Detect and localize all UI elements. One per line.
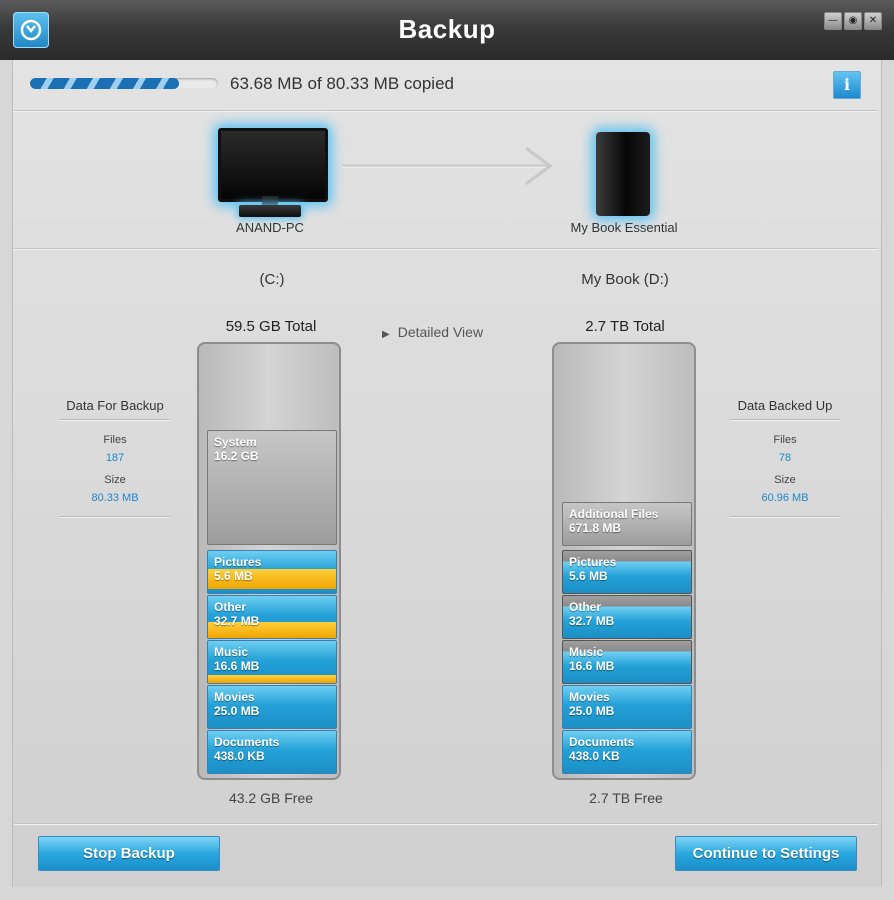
destination-segment-music[interactable]: Music 16.6 MB xyxy=(562,640,692,684)
data-backed-up-panel: Data Backed Up Files 78 Size 60.96 MB xyxy=(725,398,845,518)
segment-name: Music xyxy=(569,645,604,659)
transfer-arrow-icon xyxy=(342,146,553,186)
window-title: Backup xyxy=(398,14,496,44)
segment-size: 32.7 MB xyxy=(569,614,615,628)
detailed-view-toggle[interactable]: ▶ Detailed View xyxy=(382,324,483,340)
close-button[interactable]: ✕ xyxy=(864,12,882,30)
source-device-label: ANAND-PC xyxy=(236,220,304,235)
detailed-view-label: Detailed View xyxy=(397,324,484,340)
destination-segment-other[interactable]: Other 32.7 MB xyxy=(562,595,692,639)
divider xyxy=(730,516,840,518)
source-free-space: 43.2 GB Free xyxy=(228,790,314,806)
size-label: Size xyxy=(104,474,126,486)
divider xyxy=(14,110,878,112)
divider xyxy=(14,823,878,825)
segment-size: 16.2 GB xyxy=(214,449,259,463)
size-value: 80.33 MB xyxy=(91,492,139,504)
continue-to-settings-button[interactable]: Continue to Settings xyxy=(675,836,857,871)
title-bar: Backup — ◉ ✕ xyxy=(0,0,894,60)
restore-button[interactable]: ◉ xyxy=(844,12,862,30)
computer-monitor-icon xyxy=(218,128,328,202)
segment-size: 438.0 KB xyxy=(214,749,265,763)
stop-backup-button[interactable]: Stop Backup xyxy=(38,836,220,871)
destination-drive-label: My Book (D:) xyxy=(581,271,669,288)
selected-highlight xyxy=(208,675,336,683)
segment-name: System xyxy=(214,435,257,449)
stats-heading: Data Backed Up xyxy=(737,398,833,413)
segment-name: Other xyxy=(569,600,602,614)
segment-size: 5.6 MB xyxy=(214,569,253,583)
destination-free-space: 2.7 TB Free xyxy=(589,790,663,806)
files-value: 78 xyxy=(778,452,792,464)
copy-progress-bar xyxy=(30,78,218,89)
divider xyxy=(60,419,170,421)
source-total: 59.5 GB Total xyxy=(225,318,317,335)
minimize-button[interactable]: — xyxy=(824,12,842,30)
destination-total: 2.7 TB Total xyxy=(585,318,665,335)
files-value: 187 xyxy=(105,452,125,464)
segment-size: 32.7 MB xyxy=(214,614,260,628)
data-for-backup-panel: Data For Backup Files 187 Size 80.33 MB xyxy=(55,398,175,518)
segment-name: Documents xyxy=(569,735,635,749)
source-segment-system[interactable]: System 16.2 GB xyxy=(207,430,337,545)
segment-name: Pictures xyxy=(569,555,617,569)
destination-segment-pictures[interactable]: Pictures 5.6 MB xyxy=(562,550,692,594)
destination-drive-usage-bar: Additional Files 671.8 MB Pictures 5.6 M… xyxy=(552,342,696,780)
expand-triangle-icon: ▶ xyxy=(382,329,390,340)
files-label: Files xyxy=(103,434,127,446)
segment-size: 5.6 MB xyxy=(569,569,608,583)
source-segment-other[interactable]: Other 32.7 MB xyxy=(207,595,337,639)
source-drive-usage-bar: System 16.2 GB Pictures 5.6 MB Other 32.… xyxy=(197,342,341,780)
info-icon: i xyxy=(843,75,851,94)
destination-segment-movies[interactable]: Movies 25.0 MB xyxy=(562,685,692,729)
source-drive-label: (C:) xyxy=(259,271,285,288)
divider xyxy=(14,248,878,250)
destination-segment-additional-files[interactable]: Additional Files 671.8 MB xyxy=(562,502,692,546)
divider xyxy=(730,419,840,421)
segment-name: Additional Files xyxy=(569,507,659,521)
source-segment-pictures[interactable]: Pictures 5.6 MB xyxy=(207,550,337,594)
segment-name: Pictures xyxy=(214,555,262,569)
stats-heading: Data For Backup xyxy=(66,398,164,413)
source-segment-movies[interactable]: Movies 25.0 MB xyxy=(207,685,337,729)
monitor-base-icon xyxy=(239,205,301,217)
segment-size: 25.0 MB xyxy=(569,704,615,718)
segment-size: 25.0 MB xyxy=(214,704,260,718)
segment-name: Movies xyxy=(214,690,255,704)
segment-size: 438.0 KB xyxy=(569,749,620,763)
segment-size: 671.8 MB xyxy=(569,521,622,535)
segment-name: Movies xyxy=(569,690,610,704)
info-button[interactable]: i xyxy=(833,71,861,99)
size-label: Size xyxy=(774,474,796,486)
copy-progress-fill xyxy=(30,78,179,89)
external-drive-icon xyxy=(596,132,650,216)
destination-device-label: My Book Essential xyxy=(570,220,678,235)
source-segment-documents[interactable]: Documents 438.0 KB xyxy=(207,730,337,774)
destination-segment-documents[interactable]: Documents 438.0 KB xyxy=(562,730,692,774)
divider xyxy=(60,516,170,518)
segment-size: 16.6 MB xyxy=(214,659,260,673)
segment-name: Other xyxy=(214,600,247,614)
files-label: Files xyxy=(773,434,797,446)
segment-name: Documents xyxy=(214,735,280,749)
segment-size: 16.6 MB xyxy=(569,659,615,673)
size-value: 60.96 MB xyxy=(761,492,809,504)
copy-progress-text: 63.68 MB of 80.33 MB copied xyxy=(230,74,454,93)
source-segment-music[interactable]: Music 16.6 MB xyxy=(207,640,337,684)
segment-name: Music xyxy=(214,645,249,659)
